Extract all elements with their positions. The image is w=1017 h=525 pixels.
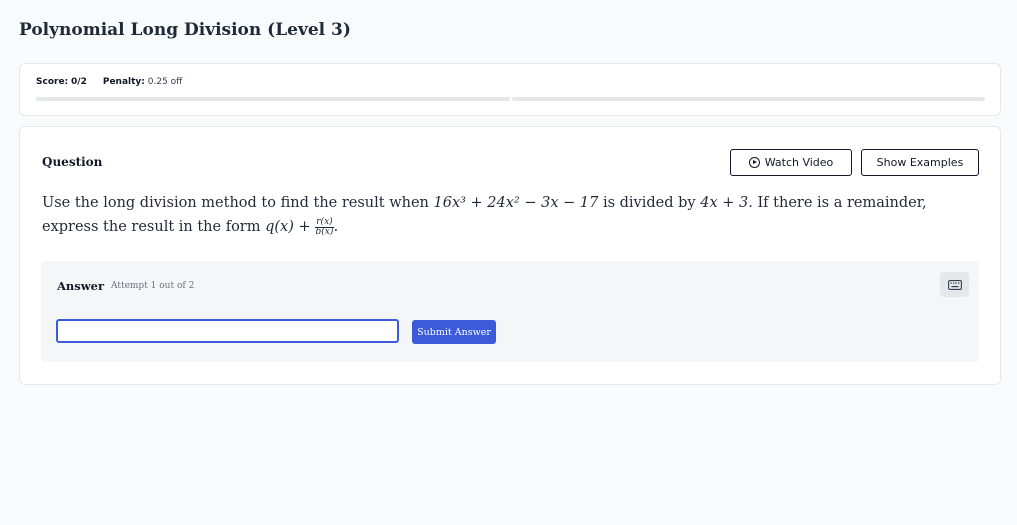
page-title: Polynomial Long Division (Level 3)	[19, 20, 351, 40]
submit-answer-label: Submit Answer	[417, 326, 491, 338]
attempt-progress-bar	[36, 97, 985, 101]
dividend-expression: 16x³ + 24x² − 3x − 17	[433, 195, 599, 211]
show-examples-label: Show Examples	[876, 156, 964, 169]
watch-video-button[interactable]: Watch Video	[730, 149, 852, 176]
score-value: 0/2	[71, 77, 87, 87]
form-end: .	[333, 219, 339, 235]
penalty-label: Penalty:	[102, 77, 145, 87]
keyboard-icon	[947, 279, 962, 290]
penalty-value: 0.25 off	[147, 77, 183, 87]
attempt-counter: Attempt 1 out of 2	[111, 281, 195, 291]
show-examples-button[interactable]: Show Examples	[861, 149, 979, 176]
question-text-part: Use the long division method to find the…	[42, 195, 429, 211]
score-row: Score: 0/2 Penalty: 0.25 off	[36, 77, 182, 87]
answer-input[interactable]	[56, 319, 399, 343]
submit-answer-button[interactable]: Submit Answer	[412, 320, 496, 344]
fraction-numerator: r(x)	[315, 216, 334, 228]
score-indicator: Score: 0/2	[36, 77, 87, 87]
score-label: Score:	[36, 77, 69, 87]
score-card: Score: 0/2 Penalty: 0.25 off	[19, 63, 1001, 116]
progress-segment	[511, 97, 985, 101]
penalty-indicator: Penalty: 0.25 off	[103, 77, 183, 87]
question-card: Question Watch Video Show Examples Use t…	[19, 126, 1001, 385]
fraction-denominator: b(x)	[315, 226, 334, 237]
math-keyboard-button[interactable]	[940, 272, 969, 297]
form-expression: q(x) +	[265, 219, 311, 235]
question-text-part: is divided by	[602, 195, 696, 211]
answer-panel: Answer Attempt 1 out of 2 Submit Answer	[41, 261, 979, 362]
play-circle-icon	[748, 157, 760, 168]
question-label: Question	[42, 155, 103, 169]
divisor-expression: 4x + 3	[700, 195, 749, 211]
watch-video-label: Watch Video	[764, 156, 834, 169]
question-text: Use the long division method to find the…	[42, 191, 977, 239]
remainder-fraction: r(x) b(x)	[315, 216, 334, 237]
answer-label: Answer	[57, 279, 105, 293]
progress-segment	[36, 97, 510, 101]
